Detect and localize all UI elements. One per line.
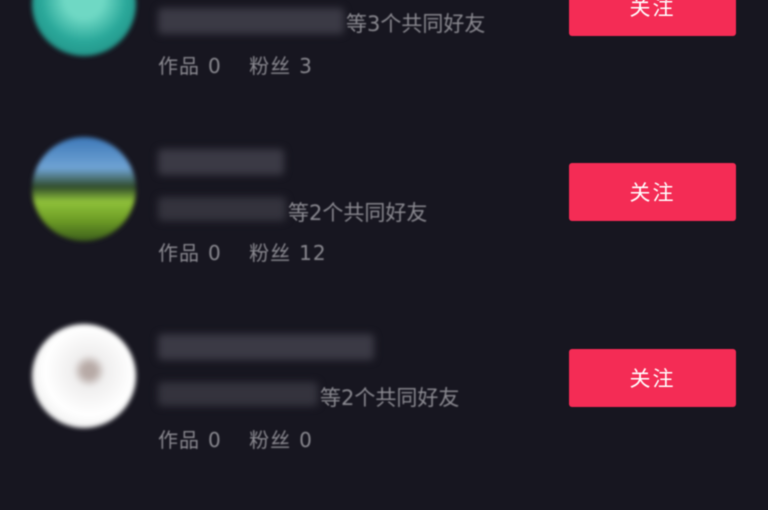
- username-blurred: [158, 149, 284, 175]
- mutual-names-blurred: [158, 197, 286, 221]
- mutual-friends-text: 等3个共同好友: [346, 12, 486, 36]
- fans-count: 12: [299, 241, 327, 265]
- works-count: 0: [208, 241, 222, 265]
- works-label: 作品: [158, 54, 200, 78]
- works-count: 0: [208, 428, 222, 452]
- fans-label: 粉丝: [249, 54, 292, 78]
- fans-label: 粉丝: [249, 241, 292, 265]
- follow-button[interactable]: 关注: [569, 163, 736, 221]
- mutual-names-blurred: [158, 8, 344, 34]
- fans-label: 粉丝: [249, 428, 292, 452]
- list-item[interactable]: 等3个共同好友 作品 0 粉丝 3 关注: [0, 0, 768, 138]
- works-label: 作品: [158, 428, 200, 452]
- fans-count: 3: [299, 54, 313, 78]
- avatar[interactable]: [32, 324, 136, 428]
- list-item[interactable]: 等2个共同好友 作品 0 粉丝 0 关注: [0, 322, 768, 482]
- user-stats: 作品 0 粉丝 0: [158, 424, 321, 453]
- username-blurred: [158, 334, 374, 360]
- avatar[interactable]: [32, 137, 136, 241]
- fans-count: 0: [299, 428, 313, 452]
- mutual-names-blurred: [158, 382, 318, 406]
- works-label: 作品: [158, 241, 200, 265]
- user-stats: 作品 0 粉丝 12: [158, 237, 335, 266]
- works-count: 0: [208, 54, 222, 78]
- follow-button[interactable]: 关注: [569, 0, 736, 36]
- follow-button[interactable]: 关注: [569, 349, 736, 407]
- list-item[interactable]: 等2个共同好友 作品 0 粉丝 12 关注: [0, 135, 768, 295]
- mutual-friends-text: 等2个共同好友: [288, 201, 428, 225]
- avatar[interactable]: [32, 0, 136, 56]
- mutual-friends-text: 等2个共同好友: [320, 386, 460, 410]
- user-stats: 作品 0 粉丝 3: [158, 50, 321, 79]
